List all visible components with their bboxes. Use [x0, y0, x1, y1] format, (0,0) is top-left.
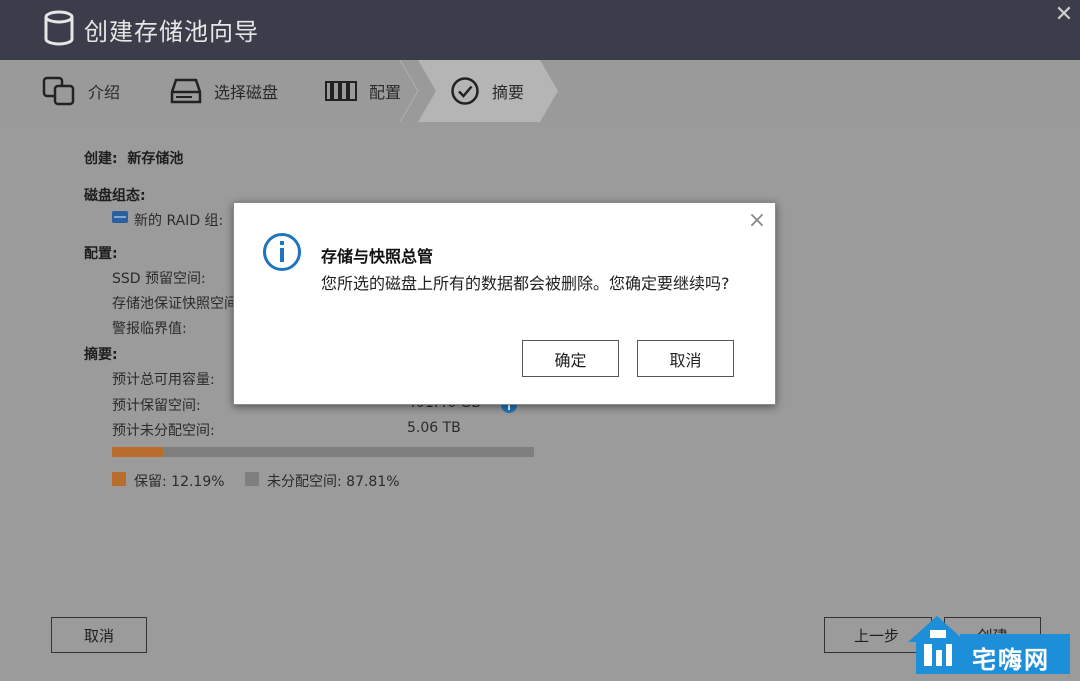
legend-reserved: 保留: 12.19%	[134, 474, 225, 490]
drive-icon	[170, 78, 202, 104]
create-label: 创建: 新存储池	[84, 148, 183, 168]
wizard-steps: 介绍 选择磁盘 配置 摘要	[0, 60, 1080, 122]
unallocated-value: 5.06 TB	[407, 420, 461, 436]
cancel-button[interactable]: 取消	[51, 617, 147, 653]
title-bar: 创建存储池向导 ✕	[0, 0, 1080, 60]
create-value: 新存储池	[127, 151, 184, 167]
dialog-title: 存储与快照总管	[321, 247, 434, 266]
info-icon	[263, 233, 301, 271]
config-section-label: 配置:	[84, 246, 118, 262]
ssd-reserved-label: SSD 预留空间:	[112, 271, 206, 287]
database-icon	[44, 10, 74, 46]
raid-group-icon	[112, 211, 128, 223]
step-label-intro: 介绍	[88, 83, 121, 102]
total-available-label: 预计总可用容量:	[112, 372, 215, 388]
dialog-message: 您所选的磁盘上所有的数据都会被删除。您确定要继续吗?	[321, 274, 730, 293]
legend-reserved-swatch	[112, 472, 126, 486]
step-summary: 摘要	[450, 60, 524, 122]
dialog-cancel-button[interactable]: 取消	[637, 340, 734, 377]
reserved-space-label: 预计保留空间:	[112, 398, 201, 414]
confirm-dialog: × 存储与快照总管 您所选的磁盘上所有的数据都会被删除。您确定要继续吗? 确定 …	[233, 202, 776, 405]
dialog-confirm-button[interactable]: 确定	[522, 340, 619, 377]
window-title: 创建存储池向导	[84, 18, 259, 46]
watermark-text: 宅嗨网	[972, 646, 1050, 674]
snapshot-guarantee-label: 存储池保证快照空间	[112, 296, 238, 312]
disk-group-label: 磁盘组态:	[84, 188, 146, 204]
window-close-icon[interactable]: ✕	[1053, 4, 1075, 26]
step-select-disks: 选择磁盘	[170, 60, 278, 122]
step-separator	[400, 60, 419, 122]
step-label-summary: 摘要	[492, 83, 525, 102]
digest-section-label: 摘要:	[84, 347, 118, 363]
site-watermark: 宅嗨网	[906, 614, 1070, 676]
create-label-text: 创建:	[84, 151, 118, 167]
step-label-select-disks: 选择磁盘	[214, 83, 279, 102]
legend-unallocated-swatch	[245, 472, 259, 486]
usage-bar	[112, 447, 534, 457]
dialog-close-icon[interactable]: ×	[746, 209, 768, 233]
alert-threshold-label: 警报临界值:	[112, 321, 187, 337]
check-circle-icon	[451, 77, 479, 105]
unallocated-label: 预计未分配空间:	[112, 423, 215, 439]
legend-unallocated: 未分配空间: 87.81%	[267, 474, 400, 490]
watermark-house-icon	[908, 616, 966, 674]
config-icon	[325, 81, 357, 101]
usage-bar-reserved	[112, 447, 164, 457]
step-label-config: 配置	[369, 83, 402, 102]
step-intro: 介绍	[42, 60, 120, 122]
disks-icon	[42, 76, 75, 106]
step-config: 配置	[325, 60, 401, 122]
raid-group-label: 新的 RAID 组:	[134, 213, 224, 229]
